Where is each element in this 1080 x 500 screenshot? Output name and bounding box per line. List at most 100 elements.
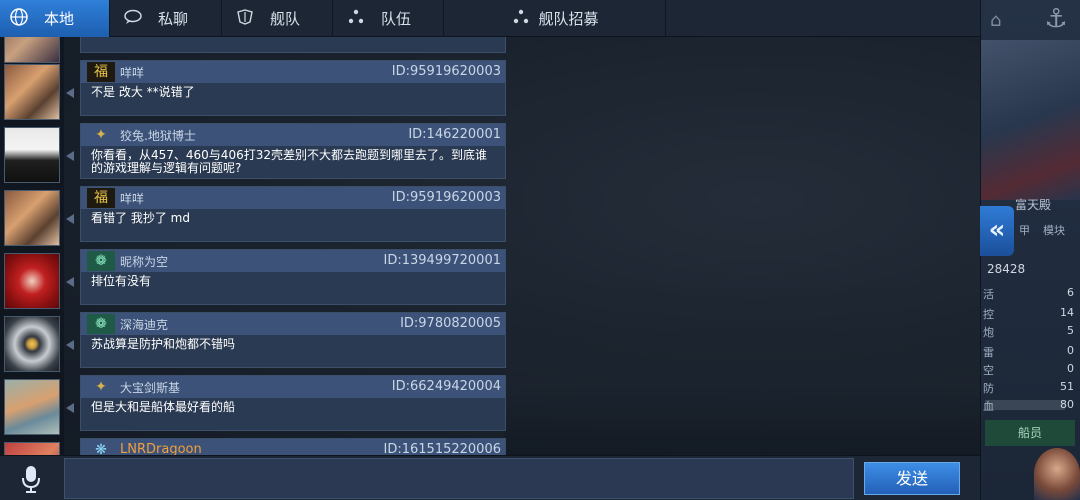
globe-icon bbox=[8, 7, 30, 31]
fu-badge-icon: 福 bbox=[87, 188, 115, 208]
rank-badge-icon: ✦ bbox=[95, 127, 107, 143]
bubble-arrow bbox=[66, 340, 74, 350]
avatar[interactable] bbox=[4, 37, 60, 63]
tab-private[interactable]: 私聊 bbox=[110, 0, 222, 37]
message-header: ❁ 昵称为空 ID:139499720001 bbox=[81, 250, 505, 272]
stat-label: 炮 bbox=[983, 326, 994, 339]
avatar[interactable] bbox=[4, 127, 60, 183]
fleet-icon bbox=[234, 8, 256, 30]
tab-label: 本地 bbox=[44, 10, 75, 28]
chat-message[interactable]: ✦ 大宝剑斯基 ID:66249420004 但是大和是船体最好看的船 bbox=[80, 375, 506, 431]
tab-label: 舰队 bbox=[270, 10, 301, 28]
collapse-chat-button[interactable]: « bbox=[980, 206, 1014, 256]
team-icon bbox=[345, 8, 367, 30]
tab-team[interactable]: 队伍 bbox=[333, 0, 444, 37]
message-text: 看错了 我抄了 md bbox=[91, 211, 190, 225]
bubble-arrow bbox=[66, 403, 74, 413]
sender-name[interactable]: 昵称为空 bbox=[120, 253, 168, 270]
sender-name[interactable]: 咩咩 bbox=[120, 64, 144, 81]
stat-label: 血 bbox=[983, 400, 994, 413]
anchor-icon[interactable]: ⚓ bbox=[1040, 4, 1072, 38]
player-avatar[interactable] bbox=[1034, 448, 1080, 500]
tab-local[interactable]: 本地 bbox=[0, 0, 110, 37]
sender-name[interactable]: 咩咩 bbox=[120, 190, 144, 207]
avatar[interactable] bbox=[4, 64, 60, 120]
message-text: 苏战算是防护和炮都不错吗 bbox=[91, 337, 236, 351]
avatar[interactable] bbox=[4, 190, 60, 246]
chat-message[interactable]: 福 咩咩 ID:95919620003 看错了 我抄了 md bbox=[80, 186, 506, 242]
message-header: ❋ LNRDragoon ID:161515220006 bbox=[81, 439, 505, 455]
send-button[interactable]: 发送 bbox=[864, 462, 960, 495]
rank-badge-icon: ❁ bbox=[87, 251, 115, 271]
message-header: 福 咩咩 ID:95919620003 bbox=[81, 61, 505, 83]
recruit-icon bbox=[510, 8, 532, 30]
rank-badge-icon: ❁ bbox=[87, 314, 115, 334]
sender-id: ID:139499720001 bbox=[383, 253, 501, 268]
tab-label: 队伍 bbox=[381, 10, 412, 28]
fu-badge-icon: 福 bbox=[87, 62, 115, 82]
stat-label: 雷 bbox=[983, 346, 994, 359]
stat-label: 控 bbox=[983, 308, 994, 321]
chat-message[interactable]: ❁ 昵称为空 ID:139499720001 排位有没有 bbox=[80, 249, 506, 305]
stat-value: 6 bbox=[1067, 286, 1074, 299]
chat-message-list[interactable]: 福 咩咩 ID:95919620003 不是 改大 **说错了 ✦ 狡兔.地狱博… bbox=[0, 37, 980, 455]
microphone-icon bbox=[22, 465, 40, 493]
message-header: ❁ 深海迪克 ID:9780820005 bbox=[81, 313, 505, 335]
combat-power: 28428 bbox=[987, 262, 1026, 276]
chat-bubble-icon bbox=[122, 9, 144, 29]
chat-message[interactable]: ❋ LNRDragoon ID:161515220006 bbox=[80, 438, 506, 455]
avatar[interactable] bbox=[4, 253, 60, 309]
ship-portrait bbox=[981, 40, 1080, 200]
rank-badge-icon: ❋ bbox=[95, 442, 107, 455]
microphone-button[interactable] bbox=[0, 456, 62, 500]
tab-armor[interactable]: 甲 bbox=[1019, 222, 1030, 238]
ship-name: 富天殿 bbox=[1015, 198, 1052, 212]
sender-id: ID:66249420004 bbox=[391, 379, 501, 394]
sender-id: ID:95919620003 bbox=[391, 64, 501, 79]
rank-badge-icon: ✦ bbox=[95, 379, 107, 395]
chat-window: 本地 私聊 舰队 队伍 舰队招募 福 咩咩 ID:95919620003 不是 … bbox=[0, 0, 980, 500]
message-text: 不是 改大 **说错了 bbox=[91, 85, 195, 99]
avatar[interactable] bbox=[4, 442, 60, 455]
stat-value: 0 bbox=[1067, 362, 1074, 375]
chat-message[interactable]: ❁ 深海迪克 ID:9780820005 苏战算是防护和炮都不错吗 bbox=[80, 312, 506, 368]
avatar[interactable] bbox=[4, 379, 60, 435]
bubble-arrow bbox=[66, 151, 74, 161]
message-text: 但是大和是船体最好看的船 bbox=[91, 400, 236, 414]
tab-fleet-recruit[interactable]: 舰队招募 bbox=[444, 0, 666, 37]
stat-value: 14 bbox=[1060, 306, 1074, 319]
stat-label: 空 bbox=[983, 364, 994, 377]
sender-name[interactable]: 狡兔.地狱博士 bbox=[120, 127, 196, 144]
chat-message-partial bbox=[80, 37, 506, 53]
tab-fleet[interactable]: 舰队 bbox=[222, 0, 333, 37]
avatar[interactable] bbox=[4, 316, 60, 372]
message-header: ✦ 大宝剑斯基 ID:66249420004 bbox=[81, 376, 505, 398]
stat-bar bbox=[985, 400, 1065, 410]
chat-text-input[interactable] bbox=[64, 458, 854, 499]
sender-id: ID:161515220006 bbox=[383, 442, 501, 455]
message-header: 福 咩咩 ID:95919620003 bbox=[81, 187, 505, 209]
stat-value: 80 bbox=[1060, 398, 1074, 411]
message-header: ✦ 狡兔.地狱博士 ID:146220001 bbox=[81, 124, 505, 146]
sender-name[interactable]: 大宝剑斯基 bbox=[120, 379, 180, 396]
stat-value: 0 bbox=[1067, 344, 1074, 357]
bubble-arrow bbox=[66, 277, 74, 287]
sender-name[interactable]: 深海迪克 bbox=[120, 316, 168, 333]
bubble-arrow bbox=[66, 88, 74, 98]
tab-label: 舰队招募 bbox=[538, 10, 599, 28]
crew-button[interactable]: 船员 bbox=[985, 420, 1075, 446]
sender-name[interactable]: LNRDragoon bbox=[120, 442, 202, 455]
chat-input-bar: 发送 bbox=[0, 455, 980, 500]
shop-icon[interactable]: ⌂ bbox=[990, 10, 1014, 31]
message-text: 你看看，从457、460与406打32壳差别不大都去跑题到哪里去了。到底谁的游戏… bbox=[91, 148, 487, 175]
chat-message[interactable]: 福 咩咩 ID:95919620003 不是 改大 **说错了 bbox=[80, 60, 506, 116]
sender-id: ID:9780820005 bbox=[400, 316, 501, 331]
tab-label: 私聊 bbox=[158, 10, 189, 28]
stat-label: 活 bbox=[983, 288, 994, 301]
bubble-arrow bbox=[66, 214, 74, 224]
chat-message[interactable]: ✦ 狡兔.地狱博士 ID:146220001 你看看，从457、460与406打… bbox=[80, 123, 506, 179]
message-text: 排位有没有 bbox=[91, 274, 152, 288]
sender-id: ID:146220001 bbox=[408, 127, 501, 142]
tab-module[interactable]: 模块 bbox=[1043, 222, 1065, 238]
chat-tab-bar: 本地 私聊 舰队 队伍 舰队招募 bbox=[0, 0, 980, 37]
